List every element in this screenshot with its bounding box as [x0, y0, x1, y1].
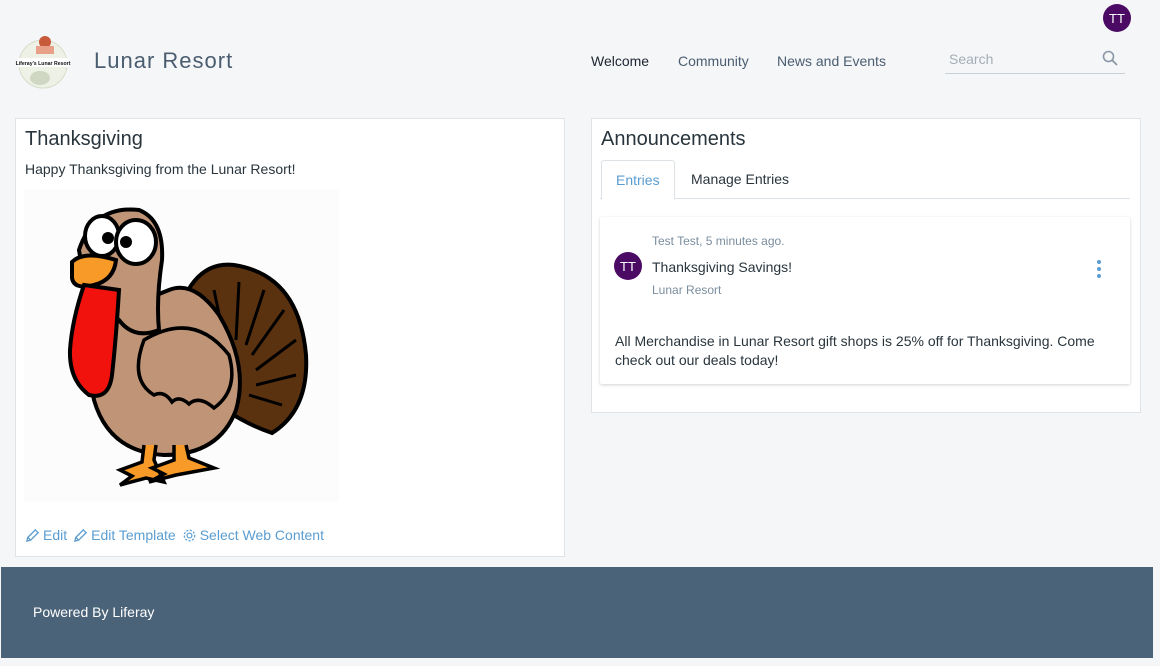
- gear-icon: [183, 529, 196, 541]
- logo-image: Liferay's Lunar Resort: [16, 36, 71, 89]
- nav-news-and-events[interactable]: News and Events: [777, 53, 886, 69]
- edit-template-label: Edit Template: [91, 527, 176, 543]
- announcements-title: Announcements: [601, 128, 746, 150]
- nav-welcome[interactable]: Welcome: [591, 53, 649, 69]
- select-web-content-link[interactable]: Select Web Content: [182, 527, 324, 543]
- entry-meta: Test Test, 5 minutes ago.: [652, 234, 785, 248]
- search-bar: [945, 46, 1125, 74]
- nav-community[interactable]: Community: [678, 53, 749, 69]
- entry-body: All Merchandise in Lunar Resort gift sho…: [615, 333, 1095, 368]
- web-content-text: Happy Thanksgiving from the Lunar Resort…: [25, 161, 296, 177]
- tab-manage-entries[interactable]: Manage Entries: [677, 160, 803, 198]
- entry-author-avatar: TT: [614, 252, 642, 280]
- footer-text[interactable]: Powered By Liferay: [33, 604, 154, 620]
- search-icon[interactable]: [1102, 50, 1118, 66]
- web-content-actions: Edit Edit Template Select Web Content: [25, 527, 326, 543]
- tabs-divider: [600, 198, 1130, 199]
- footer: [1, 567, 1153, 658]
- pencil-icon: [25, 528, 40, 542]
- pencil-icon: [74, 528, 88, 542]
- entry-title[interactable]: Thanksgiving Savings!: [652, 259, 792, 275]
- site-title[interactable]: Lunar Resort: [94, 48, 233, 74]
- site-logo[interactable]: Liferay's Lunar Resort: [14, 32, 72, 90]
- search-input[interactable]: [949, 48, 1089, 70]
- svg-text:Liferay's Lunar Resort: Liferay's Lunar Resort: [16, 61, 71, 67]
- entry-site: Lunar Resort: [652, 283, 722, 297]
- select-web-content-label: Select Web Content: [199, 527, 324, 543]
- tab-entries[interactable]: Entries: [601, 160, 675, 200]
- entry-options-icon[interactable]: [1096, 260, 1102, 278]
- web-content-title: Thanksgiving: [25, 128, 143, 150]
- turkey-image: [24, 190, 339, 502]
- edit-link[interactable]: Edit: [25, 527, 67, 543]
- user-avatar[interactable]: TT: [1103, 4, 1131, 32]
- turkey-illustration: [67, 207, 309, 487]
- edit-label: Edit: [43, 527, 68, 543]
- edit-template-link[interactable]: Edit Template: [73, 527, 176, 543]
